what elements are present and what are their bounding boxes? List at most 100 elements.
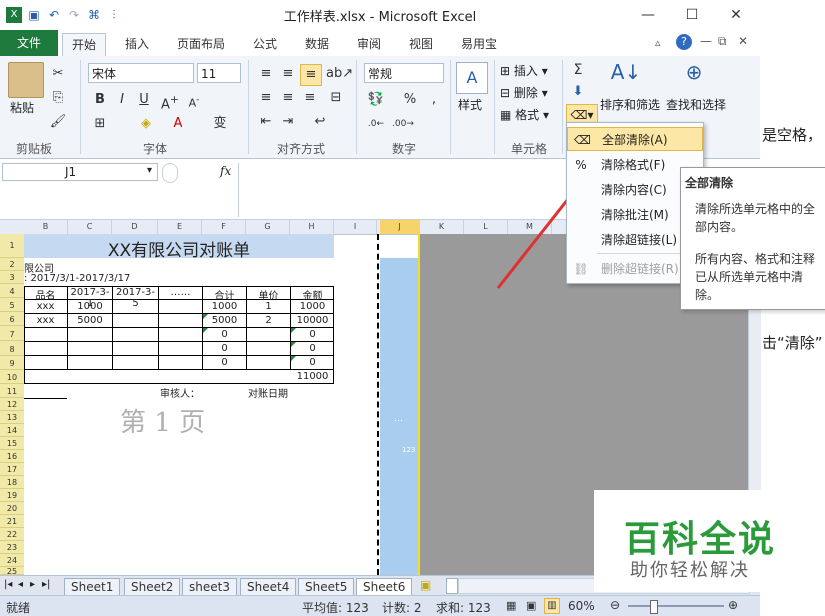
autosum-icon[interactable]: Σ [568, 60, 588, 80]
table-cell[interactable]: 0 [291, 329, 334, 340]
row-header[interactable]: 24 [0, 555, 24, 567]
row-header[interactable]: 20 [0, 503, 24, 515]
bold-button[interactable]: B [90, 90, 110, 110]
sitemap-icon[interactable]: ⌘ [86, 7, 102, 23]
column-header[interactable]: I [334, 220, 377, 234]
italic-button[interactable]: I [112, 90, 132, 110]
tab-file[interactable]: 文件 [0, 30, 58, 56]
font-size-select[interactable]: 11 [197, 63, 241, 83]
insert-function-icon[interactable]: fx [220, 164, 231, 178]
find-select-label[interactable]: 查找和选择 [666, 96, 726, 113]
zoom-slider-thumb[interactable] [650, 600, 658, 614]
prev-sheet-icon[interactable]: ◂ [18, 579, 23, 590]
paste-button-label[interactable]: 粘贴 [10, 99, 34, 116]
tab-review[interactable]: 审阅 [348, 33, 390, 55]
fill-color-icon[interactable]: ◈ [136, 114, 156, 134]
minimize-button[interactable]: — [626, 0, 670, 30]
menu-item-clear-all[interactable]: ⌫ 全部清除(A) [567, 127, 703, 151]
styles-icon[interactable]: A [456, 62, 488, 94]
tab-data[interactable]: 数据 [296, 33, 338, 55]
align-center-icon[interactable]: ≡ [278, 88, 298, 108]
column-header[interactable]: H [290, 220, 334, 234]
table-cell[interactable]: 1000 [68, 301, 112, 312]
tab-formulas[interactable]: 公式 [244, 33, 286, 55]
currency-icon[interactable]: 💱 [366, 90, 386, 110]
doc-close-icon[interactable]: ✕ [738, 34, 748, 48]
page-layout-view-icon[interactable]: ▣ [526, 599, 536, 612]
row-header[interactable]: 4 [0, 286, 24, 298]
table-cell[interactable]: 0 [203, 329, 246, 340]
wrap-text-icon[interactable]: ↩ [310, 112, 330, 132]
find-select-icon[interactable]: ⊕ [678, 60, 710, 90]
table-header-cell[interactable]: 金额 [291, 287, 334, 302]
shrink-font-icon[interactable]: A- [184, 90, 204, 110]
doc-minimize-icon[interactable]: — [700, 34, 712, 48]
undo-icon[interactable]: ↶ [46, 7, 62, 23]
row-header[interactable]: 19 [0, 490, 24, 502]
table-header-cell[interactable]: 2017-3-5 [113, 287, 158, 309]
row-header[interactable]: 21 [0, 516, 24, 528]
ribbon-collapse-icon[interactable]: ▵ [655, 36, 661, 49]
zoom-out-icon[interactable]: ⊖ [610, 598, 620, 612]
row-header[interactable]: 18 [0, 477, 24, 489]
first-sheet-icon[interactable]: |◂ [4, 579, 12, 590]
zoom-level[interactable]: 60% [568, 599, 595, 613]
merge-center-icon[interactable]: ⊟ [326, 88, 346, 108]
maximize-button[interactable]: ☐ [670, 0, 714, 30]
row-header[interactable]: 15 [0, 438, 24, 450]
column-header[interactable]: K [420, 220, 464, 234]
table-cell[interactable]: 0 [291, 343, 334, 354]
zoom-in-icon[interactable]: ⊕ [728, 598, 738, 612]
percent-icon[interactable]: % [400, 90, 420, 110]
excel-logo-icon[interactable]: X [6, 7, 22, 23]
table-cell[interactable]: 1000 [291, 301, 334, 312]
align-right-icon[interactable]: ≡ [300, 88, 320, 108]
format-painter-icon[interactable]: 🖌 [48, 112, 68, 132]
last-sheet-icon[interactable]: ▸| [42, 579, 50, 590]
orientation-icon[interactable]: ab↗ [326, 64, 353, 84]
table-header-cell[interactable]: 品名 [24, 287, 67, 302]
table-cell[interactable]: 1 [247, 301, 290, 312]
sort-filter-icon[interactable]: A↓ [610, 60, 642, 90]
page-break-view-icon[interactable]: ▥ [544, 598, 560, 614]
doc-restore-icon[interactable]: ⧉ [718, 34, 727, 49]
cut-icon[interactable]: ✂ [48, 64, 68, 84]
row-header[interactable]: 17 [0, 464, 24, 476]
sheet-title[interactable]: XX有限公司对账单 [24, 236, 334, 261]
format-cells-button[interactable]: ▦ 格式 ▾ [500, 106, 549, 123]
row-header[interactable]: 13 [0, 412, 24, 424]
paste-icon[interactable] [8, 62, 44, 98]
decrease-indent-icon[interactable]: ⇤ [256, 112, 276, 132]
row-header[interactable]: 23 [0, 542, 24, 554]
zoom-slider[interactable] [628, 605, 724, 607]
tab-page-layout[interactable]: 页面布局 [168, 33, 234, 55]
next-sheet-icon[interactable]: ▸ [30, 579, 35, 590]
row-header[interactable]: 5 [0, 300, 24, 312]
table-cell[interactable]: 0 [291, 357, 334, 368]
sheet-tab[interactable]: Sheet1 [64, 578, 121, 596]
font-name-select[interactable]: 宋体 [88, 63, 194, 83]
number-format-select[interactable]: 常规 [364, 63, 444, 83]
row-header[interactable]: 16 [0, 451, 24, 463]
tab-insert[interactable]: 插入 [116, 33, 158, 55]
align-bottom-icon[interactable]: ≡ [300, 64, 322, 86]
table-header-cell[interactable]: 合计 [203, 287, 246, 302]
date-label[interactable]: 对账日期 [248, 385, 288, 400]
name-box[interactable]: J1 ▾ [2, 163, 158, 181]
table-cell[interactable]: 0 [203, 357, 246, 368]
insert-cells-button[interactable]: ⊞ 插入 ▾ [500, 62, 548, 79]
formula-splitter-icon[interactable] [162, 163, 178, 183]
table-cell[interactable]: 5000 [203, 315, 246, 326]
save-icon[interactable]: ▣ [26, 7, 42, 23]
border-icon[interactable]: ⊞ [90, 114, 110, 134]
column-header[interactable]: E [158, 220, 202, 234]
table-cell[interactable]: 2 [247, 315, 290, 326]
tab-view[interactable]: 视图 [400, 33, 442, 55]
row-header[interactable]: 2 [0, 259, 24, 271]
increase-indent-icon[interactable]: ⇥ [278, 112, 298, 132]
redo-icon[interactable]: ↷ [66, 7, 82, 23]
row-header[interactable]: 22 [0, 529, 24, 541]
underline-button[interactable]: U [134, 90, 154, 110]
row-header[interactable]: 25 [0, 568, 24, 576]
period-cell[interactable]: : 2017/3/1-2017/3/17 [24, 273, 130, 284]
